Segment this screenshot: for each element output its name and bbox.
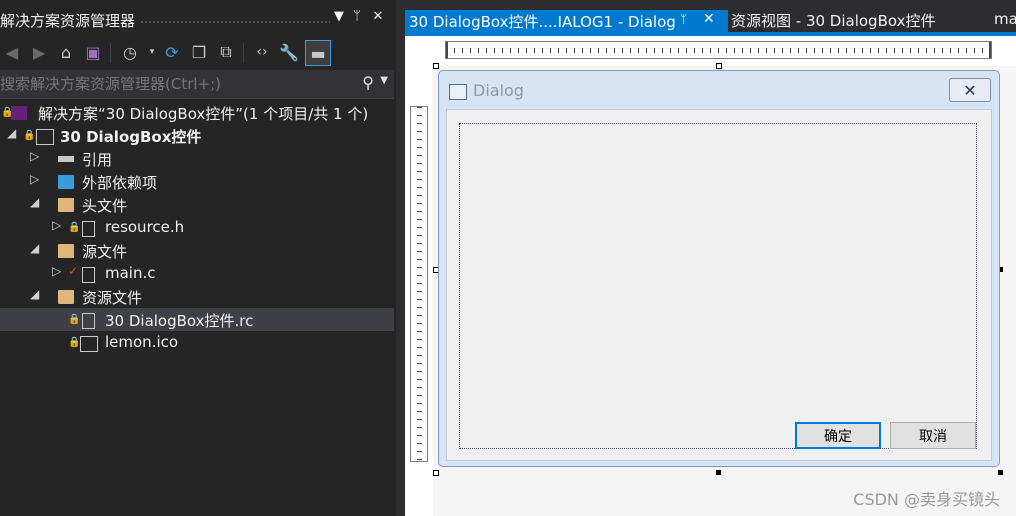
preview-selected-icon[interactable]: ▬ <box>305 40 331 66</box>
dialog-title: Dialog <box>473 81 524 100</box>
tree-item-label: 30 DialogBox控件.rc <box>105 312 254 330</box>
panel-drag-grip[interactable] <box>140 20 330 25</box>
tab-label: 30 DialogBox控件....IALOG1 - Dialog <box>409 13 676 31</box>
resize-handle[interactable] <box>716 63 722 69</box>
document-tab-strip: 30 DialogBox控件....IALOG1 - Dialog ᛘ ✕ 资源… <box>405 0 1016 36</box>
external-deps-icon <box>58 175 74 189</box>
solution-explorer-panel: 解决方案资源管理器 ▼ ᛘ ✕ ◀ ▶ ⌂ ▣ ◷ ▾ ⟳ ❐ ⧉ ‹› 🔧 ▬… <box>0 0 396 516</box>
collapse-arrow-icon[interactable]: ◢ <box>7 126 16 140</box>
sync-icon[interactable]: ⟳ <box>160 40 184 64</box>
horizontal-ruler[interactable] <box>445 41 992 59</box>
tree-item-rc-file[interactable]: 🔒 30 DialogBox控件.rc <box>0 308 394 331</box>
tab-label: ma <box>994 10 1016 28</box>
dialog-editor-canvas[interactable]: Dialog ✕ 确定 取消 CSDN @卖身买镜头 <box>405 36 1016 516</box>
collapse-all-icon[interactable]: ❐ <box>187 40 211 64</box>
expand-arrow-icon[interactable]: ▷ <box>30 149 39 163</box>
tree-item-label: 外部依赖项 <box>82 174 158 192</box>
tree-item-label: 30 DialogBox控件 <box>60 128 202 146</box>
pending-changes-icon[interactable]: ◷ <box>118 40 142 64</box>
ok-button[interactable]: 确定 <box>795 422 881 449</box>
tree-item-lemon-ico[interactable]: 🔒 lemon.ico <box>0 331 394 354</box>
rc-file-icon <box>82 313 95 329</box>
collapse-arrow-icon[interactable]: ◢ <box>30 287 39 301</box>
resize-handle[interactable] <box>998 470 1003 475</box>
ruler-endcap <box>989 42 991 58</box>
watermark: CSDN @卖身买镜头 <box>853 490 1000 509</box>
tree-item-label: lemon.ico <box>105 333 179 351</box>
toolbar-separator <box>243 43 244 63</box>
panel-splitter[interactable] <box>396 0 405 516</box>
expand-arrow-icon[interactable]: ▷ <box>52 264 61 278</box>
tree-item-resource-h[interactable]: ▷ 🔒 resource.h <box>0 216 394 239</box>
toolbar-separator <box>110 43 111 63</box>
resize-handle[interactable] <box>433 63 439 69</box>
panel-title: 解决方案资源管理器 <box>0 12 136 30</box>
collapse-arrow-icon[interactable]: ◢ <box>30 241 39 255</box>
search-input[interactable] <box>0 73 350 95</box>
cancel-button[interactable]: 取消 <box>890 422 976 449</box>
checkmark-icon: ✓ <box>68 264 79 278</box>
tree-item-label: 资源文件 <box>82 289 143 307</box>
lock-icon: 🔒 <box>68 222 81 233</box>
references-icon <box>58 156 74 162</box>
solution-icon <box>11 106 27 120</box>
tree-item-label: 引用 <box>82 151 113 169</box>
tree-item-label: 源文件 <box>82 243 128 261</box>
tab-close-icon[interactable]: ✕ <box>703 11 715 27</box>
show-all-files-icon[interactable]: ⧉ <box>214 40 238 64</box>
solution-explorer-toolbar: ◀ ▶ ⌂ ▣ ◷ ▾ ⟳ ❐ ⧉ ‹› 🔧 ▬ <box>0 38 396 68</box>
lock-icon: 🔒 <box>23 130 36 141</box>
properties-wrench-icon[interactable]: 🔧 <box>277 40 301 64</box>
tree-item-external-deps[interactable]: ▷ 外部依赖项 <box>0 170 394 193</box>
switch-views-icon[interactable]: ▣ <box>81 40 105 64</box>
folder-icon <box>58 244 74 258</box>
panel-close-icon[interactable]: ✕ <box>369 9 387 24</box>
tree-item-source-files[interactable]: ◢ 源文件 <box>0 239 394 262</box>
project-icon <box>36 129 54 145</box>
tree-item-label: resource.h <box>105 218 185 236</box>
tree-item-resource-files[interactable]: ◢ 资源文件 <box>0 285 394 308</box>
tree-item-solution[interactable]: 🔒 解决方案“30 DialogBox控件”(1 个项目/共 1 个) <box>0 101 394 124</box>
expand-arrow-icon[interactable]: ▷ <box>52 218 61 232</box>
header-file-icon <box>82 221 95 237</box>
folder-icon <box>58 198 74 212</box>
view-code-icon[interactable]: ‹› <box>250 40 274 64</box>
panel-dropdown-icon[interactable]: ▼ <box>330 9 348 24</box>
tree-item-main-c[interactable]: ▷ ✓ main.c <box>0 262 394 285</box>
tree-item-label: main.c <box>105 264 156 282</box>
image-file-icon <box>80 336 98 352</box>
vertical-ruler[interactable] <box>410 106 428 462</box>
lock-icon: 🔒 <box>68 314 81 325</box>
dialog-window-icon <box>449 84 467 100</box>
forward-icon[interactable]: ▶ <box>27 40 51 64</box>
panel-pin-icon[interactable]: ᛘ <box>348 9 366 24</box>
dialog-client-area[interactable]: 确定 取消 <box>446 109 992 461</box>
tab-pin-icon[interactable]: ᛘ <box>680 12 687 26</box>
tab-main[interactable]: ma <box>990 10 1016 32</box>
search-icon[interactable]: ⚲ <box>362 73 374 92</box>
c-file-icon <box>82 267 95 283</box>
expand-arrow-icon[interactable]: ▷ <box>30 172 39 186</box>
search-box[interactable]: ⚲ ▼ <box>0 70 394 99</box>
search-options-icon[interactable]: ▼ <box>380 75 388 86</box>
home-icon[interactable]: ⌂ <box>54 40 78 64</box>
tree-item-label: 解决方案“30 DialogBox控件”(1 个项目/共 1 个) <box>38 105 369 123</box>
tab-label: 资源视图 - 30 DialogBox控件 <box>731 12 936 30</box>
tree-item-project[interactable]: ◢ 🔒 30 DialogBox控件 <box>0 124 394 147</box>
back-icon[interactable]: ◀ <box>0 40 24 64</box>
ruler-endcap <box>446 42 448 58</box>
resize-handle[interactable] <box>716 470 721 475</box>
tab-resource-view[interactable]: 资源视图 - 30 DialogBox控件 <box>727 10 939 32</box>
tree-item-header-files[interactable]: ◢ 头文件 <box>0 193 394 216</box>
collapse-arrow-icon[interactable]: ◢ <box>30 195 39 209</box>
dialog-preview[interactable]: Dialog ✕ 确定 取消 <box>438 70 1000 467</box>
resize-handle[interactable] <box>433 470 439 476</box>
tab-dialog-editor[interactable]: 30 DialogBox控件....IALOG1 - Dialog ᛘ ✕ <box>405 10 728 32</box>
dialog-close-button[interactable]: ✕ <box>949 78 991 102</box>
tree-item-references[interactable]: ▷ 引用 <box>0 147 394 170</box>
folder-icon <box>58 290 74 304</box>
tree-item-label: 头文件 <box>82 197 128 215</box>
margin-guide <box>459 123 977 449</box>
lock-icon: 🔒 <box>68 337 81 348</box>
